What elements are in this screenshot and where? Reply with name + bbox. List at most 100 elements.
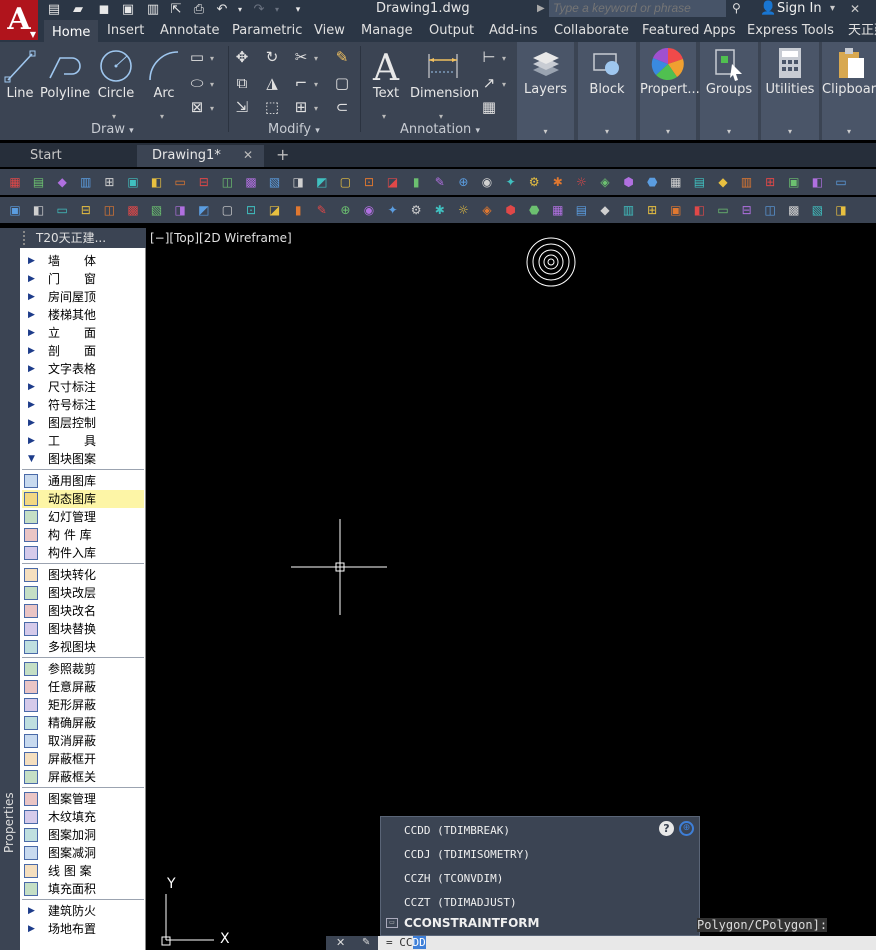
chevron-down-icon[interactable]: ▾ bbox=[160, 112, 164, 121]
close-icon[interactable]: ✕ bbox=[336, 936, 345, 950]
undo-dropdown-icon[interactable]: ▾ bbox=[236, 2, 244, 18]
autocomplete-item[interactable]: CCDJ (TDIMISOMETRY) bbox=[404, 848, 530, 861]
linear-dim-icon[interactable]: ⊢ bbox=[478, 46, 500, 68]
chevron-down-icon[interactable]: ▾ bbox=[502, 80, 506, 89]
toolbar-tool-icon[interactable]: ◉ bbox=[360, 201, 378, 219]
toolbar-tool-icon[interactable]: ▧ bbox=[148, 201, 166, 219]
chevron-down-icon[interactable]: ▾ bbox=[314, 104, 318, 113]
toolbar-tool-icon[interactable]: ▤ bbox=[30, 173, 48, 191]
menu-item[interactable]: 动态图库 bbox=[22, 490, 144, 508]
chevron-down-icon[interactable]: ▾ bbox=[314, 54, 318, 63]
trim-icon[interactable]: ✂ bbox=[290, 46, 312, 68]
tab-parametric[interactable]: Parametric bbox=[224, 20, 310, 42]
explode-icon[interactable]: ▢ bbox=[331, 72, 353, 94]
tab-express-tools[interactable]: Express Tools bbox=[739, 20, 842, 42]
toolbar-tool-icon[interactable]: ▥ bbox=[738, 173, 756, 191]
toolbar-tool-icon[interactable]: ⊟ bbox=[195, 173, 213, 191]
toolbar-tool-icon[interactable]: ▮ bbox=[407, 173, 425, 191]
toolbar-tool-icon[interactable]: ▧ bbox=[808, 201, 826, 219]
menu-item[interactable]: 构 件 库 bbox=[22, 526, 144, 544]
toolbar-tool-icon[interactable]: ☼ bbox=[572, 173, 590, 191]
toolbar-tool-icon[interactable]: ◧ bbox=[690, 201, 708, 219]
toolbar-tool-icon[interactable]: ▣ bbox=[6, 201, 24, 219]
polyline-button[interactable]: Polyline bbox=[40, 46, 90, 112]
exchange-apps-icon[interactable]: ✕ bbox=[850, 2, 864, 16]
menu-item[interactable]: 精确屏蔽 bbox=[22, 714, 144, 732]
menu-item[interactable]: 图案减洞 bbox=[22, 844, 144, 862]
tab-home[interactable]: Home bbox=[44, 20, 99, 42]
toolbar-tool-icon[interactable]: ▦ bbox=[6, 173, 24, 191]
toolbar-tool-icon[interactable]: ▦ bbox=[667, 173, 685, 191]
toolbar-tool-icon[interactable]: ⬣ bbox=[525, 201, 543, 219]
menu-item[interactable]: 多视图块 bbox=[22, 638, 144, 656]
groups-panel-button[interactable]: Groups ▾ bbox=[700, 42, 758, 140]
circle-button[interactable]: Circle ▾ bbox=[96, 46, 136, 121]
toolbar-tool-icon[interactable]: ☼ bbox=[454, 201, 472, 219]
copy-icon[interactable]: ⧉ bbox=[231, 72, 253, 94]
chevron-down-icon[interactable]: ▾ bbox=[210, 80, 214, 89]
toolbar-tool-icon[interactable]: ▭ bbox=[171, 173, 189, 191]
toolbar-tool-icon[interactable]: ◈ bbox=[596, 173, 614, 191]
region-icon[interactable]: ⊠ bbox=[186, 96, 208, 118]
fillet-icon[interactable]: ⌐ bbox=[290, 72, 312, 94]
menu-category[interactable]: ▶ 墙 体 bbox=[22, 252, 144, 270]
stretch-icon[interactable]: ⇲ bbox=[231, 96, 253, 118]
arc-button[interactable]: Arc ▾ bbox=[144, 46, 184, 121]
menu-category[interactable]: ▶ 立 面 bbox=[22, 324, 144, 342]
menu-category[interactable]: ▶ 场地布置 bbox=[22, 920, 144, 938]
toolbar-tool-icon[interactable]: ▭ bbox=[714, 201, 732, 219]
toolbar-tool-icon[interactable]: ⊞ bbox=[100, 173, 118, 191]
toolbar-tool-icon[interactable]: ⬣ bbox=[643, 173, 661, 191]
toolbar-tool-icon[interactable]: ⊟ bbox=[738, 201, 756, 219]
toolbar-tool-icon[interactable]: ◨ bbox=[832, 201, 850, 219]
toolbar-tool-icon[interactable]: ▣ bbox=[785, 173, 803, 191]
menu-item[interactable]: 屏蔽框开 bbox=[22, 750, 144, 768]
chevron-down-icon[interactable]: ▾ bbox=[382, 112, 386, 121]
save-web-icon[interactable]: ▥ bbox=[145, 2, 161, 18]
grip-icon[interactable] bbox=[23, 231, 31, 245]
menu-category[interactable]: ▶ 楼梯其他 bbox=[22, 306, 144, 324]
publish-icon[interactable]: ⇱ bbox=[168, 2, 184, 18]
toolbar-tool-icon[interactable]: ◨ bbox=[289, 173, 307, 191]
leader-icon[interactable]: ↗ bbox=[478, 72, 500, 94]
wrench-icon[interactable]: ✎ bbox=[362, 936, 370, 950]
table-icon[interactable]: ▦ bbox=[478, 96, 500, 118]
toolbar-tool-icon[interactable]: ✦ bbox=[384, 201, 402, 219]
toolbar-tool-icon[interactable]: ◧ bbox=[30, 201, 48, 219]
toolbar-tool-icon[interactable]: ⊟ bbox=[77, 201, 95, 219]
toolbar-tool-icon[interactable]: ◪ bbox=[266, 201, 284, 219]
toolbar-tool-icon[interactable]: ✎ bbox=[431, 173, 449, 191]
menu-item[interactable]: 图案加洞 bbox=[22, 826, 144, 844]
customize-qa-icon[interactable]: ▾ bbox=[293, 2, 303, 18]
toolbar-tool-icon[interactable]: ⊕ bbox=[454, 173, 472, 191]
toolbar-tool-icon[interactable]: ▤ bbox=[690, 173, 708, 191]
toolbar-tool-icon[interactable]: ⊞ bbox=[761, 173, 779, 191]
move-icon[interactable]: ✥ bbox=[231, 46, 253, 68]
save-icon[interactable]: ◼ bbox=[96, 2, 112, 18]
binoculars-icon[interactable]: ⚲ bbox=[732, 0, 746, 17]
menu-category[interactable]: ▶ 文字表格 bbox=[22, 360, 144, 378]
save-as-icon[interactable]: ▣ bbox=[120, 2, 136, 18]
tab-collaborate[interactable]: Collaborate bbox=[546, 20, 637, 42]
autocomplete-selected-item[interactable]: CCONSTRAINTFORM bbox=[404, 916, 540, 930]
toolbar-tool-icon[interactable]: ✱ bbox=[549, 173, 567, 191]
menu-item[interactable]: 线 图 案 bbox=[22, 862, 144, 880]
menu-item[interactable]: 木纹填充 bbox=[22, 808, 144, 826]
toolbar-tool-icon[interactable]: ⊞ bbox=[643, 201, 661, 219]
toolbar-tool-icon[interactable]: ◉ bbox=[478, 173, 496, 191]
toolbar-tool-icon[interactable]: ▧ bbox=[266, 173, 284, 191]
array-icon[interactable]: ⊞ bbox=[290, 96, 312, 118]
properties-palette-strip[interactable]: Properties bbox=[0, 228, 20, 950]
toolbar-tool-icon[interactable]: ▭ bbox=[832, 173, 850, 191]
menu-item[interactable]: 图块改名 bbox=[22, 602, 144, 620]
user-icon[interactable]: 👤 bbox=[760, 0, 776, 17]
text-button[interactable]: A Text ▾ bbox=[368, 46, 404, 121]
tab-output[interactable]: Output bbox=[421, 20, 482, 42]
menu-category[interactable]: ▶ 符号标注 bbox=[22, 396, 144, 414]
menu-item[interactable]: 参照裁剪 bbox=[22, 660, 144, 678]
menu-category[interactable]: ▶ 图层控制 bbox=[22, 414, 144, 432]
toolbar-tool-icon[interactable]: ▦ bbox=[549, 201, 567, 219]
command-input[interactable]: = CCDD bbox=[386, 936, 426, 950]
dimension-button[interactable]: Dimension ▾ bbox=[410, 46, 479, 121]
menu-item[interactable]: 填充面积 bbox=[22, 880, 144, 898]
